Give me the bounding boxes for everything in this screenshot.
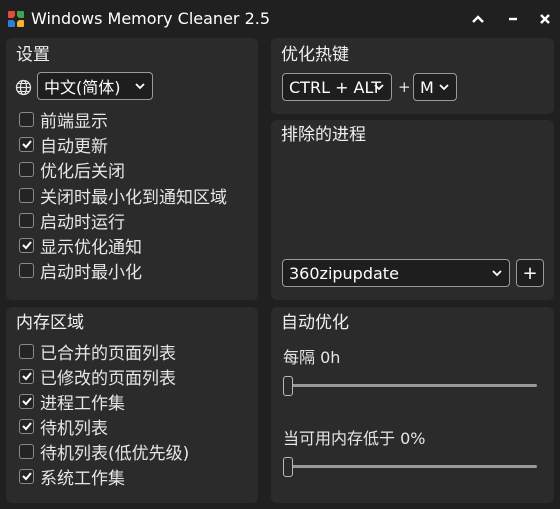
area-label: 待机列表 [40,418,108,439]
auto-optimize-title: 自动优化 [281,313,349,333]
plus-icon: + [522,262,538,284]
process-select[interactable]: 360zipupdate [282,259,510,287]
close-icon [540,14,550,24]
hotkey-key-select[interactable]: M [413,73,457,101]
settings-panel: 设置 中文(简体) 前端显示 自动更新 优化后关闭 关闭时最小化到通知区域 启动… [6,38,258,300]
checkbox[interactable] [19,443,34,459]
option-label: 启动时最小化 [40,262,142,283]
hotkey-panel: 优化热键 CTRL + ALT + M [271,38,554,114]
checkbox[interactable] [19,187,34,203]
area-standby-list-low-priority[interactable]: 待机列表(低优先级) [19,439,190,464]
globe-icon [15,79,32,96]
app-logo-icon [8,11,24,27]
memory-slider-track[interactable] [284,465,537,468]
option-label: 启动时运行 [40,212,125,233]
option-show-notification[interactable]: 显示优化通知 [19,233,142,258]
area-label: 已修改的页面列表 [40,368,176,389]
checkbox[interactable] [19,393,34,409]
area-label: 进程工作集 [40,393,125,414]
area-system-working-set[interactable]: 系统工作集 [19,464,125,489]
add-process-button[interactable]: + [516,259,544,287]
checkbox[interactable] [19,368,34,384]
option-run-on-startup[interactable]: 启动时运行 [19,208,125,233]
hotkey-modifier-select[interactable]: CTRL + ALT [282,73,392,101]
auto-optimize-panel: 自动优化 每隔 0h 当可用内存低于 0% [271,307,554,503]
checkbox[interactable] [19,237,34,253]
area-label: 待机列表(低优先级) [40,443,190,464]
checkbox[interactable] [19,418,34,434]
chevron-down-icon [492,270,502,277]
hotkey-plus-sign: + [398,78,411,96]
option-minimize-to-tray[interactable]: 关闭时最小化到通知区域 [19,183,227,208]
minimize-icon [509,17,517,21]
chevron-down-icon [374,84,384,91]
close-button[interactable] [531,5,559,33]
option-start-minimized[interactable]: 启动时最小化 [19,258,142,283]
area-label: 系统工作集 [40,468,125,489]
hotkey-title: 优化热键 [281,45,349,65]
option-label: 自动更新 [40,136,108,157]
minimize-button[interactable] [499,5,527,33]
interval-slider-track[interactable] [284,384,537,387]
checkbox[interactable] [19,468,34,484]
checkbox[interactable] [19,111,34,127]
area-modified-page-list[interactable]: 已修改的页面列表 [19,364,176,389]
checkbox[interactable] [19,262,34,278]
area-combined-page-list[interactable]: 已合并的页面列表 [19,339,176,364]
option-close-after-optimize[interactable]: 优化后关闭 [19,157,125,182]
title-bar: Windows Memory Cleaner 2.5 [0,0,560,38]
excluded-processes-title: 排除的进程 [281,125,366,145]
option-topmost[interactable]: 前端显示 [19,107,108,132]
option-label: 优化后关闭 [40,161,125,182]
excluded-processes-panel: 排除的进程 360zipupdate + [271,120,554,300]
option-label: 显示优化通知 [40,237,142,258]
language-select[interactable]: 中文(简体) [37,72,153,100]
area-standby-list[interactable]: 待机列表 [19,414,108,439]
process-selected: 360zipupdate [289,263,399,283]
checkbox[interactable] [19,136,34,152]
collapse-button[interactable] [464,5,492,33]
memory-areas-panel: 内存区域 已合并的页面列表 已修改的页面列表 进程工作集 待机列表 待机列表(低… [6,307,258,503]
checkbox[interactable] [19,343,34,359]
option-label: 前端显示 [40,111,108,132]
chevron-down-icon [439,84,449,91]
option-label: 关闭时最小化到通知区域 [40,187,227,208]
language-selected: 中文(简体) [44,78,121,97]
settings-title: 设置 [16,45,50,65]
option-auto-update[interactable]: 自动更新 [19,132,108,157]
hotkey-modifier-selected: CTRL + ALT [289,77,381,97]
chevron-down-icon [135,83,145,90]
memory-slider-thumb[interactable] [283,457,293,477]
hotkey-key-selected: M [420,77,434,97]
memory-areas-title: 内存区域 [16,313,84,333]
checkbox[interactable] [19,212,34,228]
memory-threshold-label: 当可用内存低于 0% [283,429,426,448]
window-title: Windows Memory Cleaner 2.5 [31,9,271,28]
interval-slider-thumb[interactable] [283,376,293,396]
area-label: 已合并的页面列表 [40,343,176,364]
checkbox[interactable] [19,161,34,177]
interval-label: 每隔 0h [283,348,341,367]
area-process-working-set[interactable]: 进程工作集 [19,389,125,414]
chevron-up-icon [472,15,484,23]
